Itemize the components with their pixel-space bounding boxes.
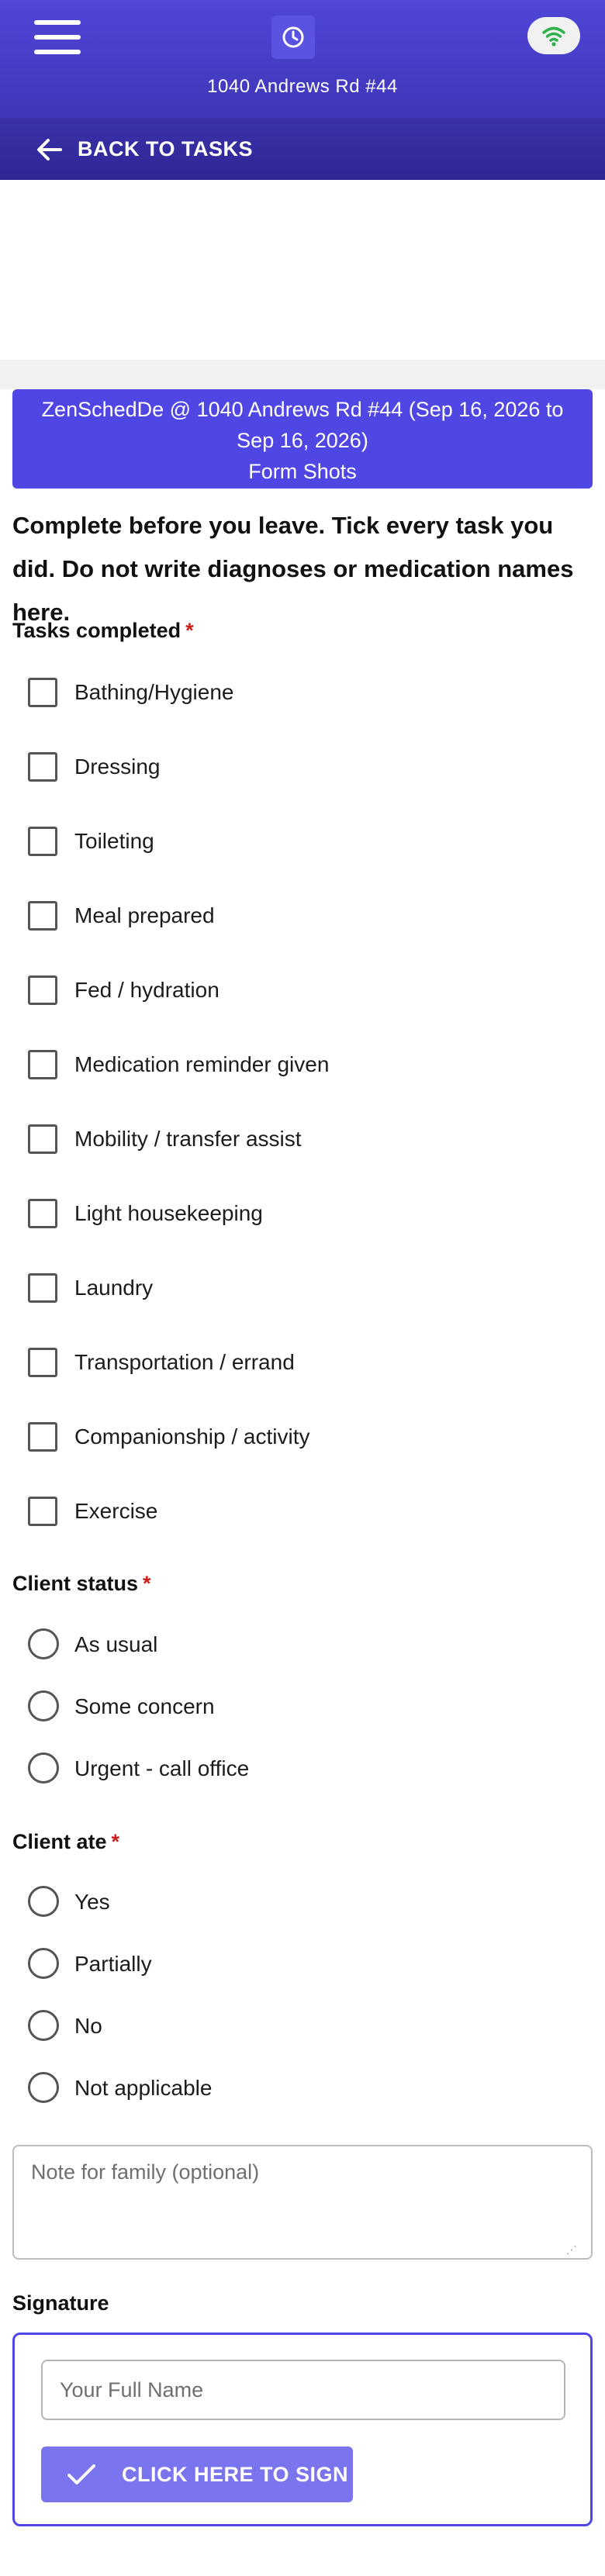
content-spacer <box>0 180 605 361</box>
task-checkbox-light-housekeeping[interactable]: Light housekeeping <box>28 1193 493 1230</box>
radio-button[interactable] <box>28 1628 59 1659</box>
required-marker: * <box>111 1830 120 1853</box>
task-label: Bathing/Hygiene <box>74 680 234 704</box>
radio-label: Not applicable <box>74 2076 213 2100</box>
checkbox[interactable] <box>28 1050 57 1079</box>
checkbox[interactable] <box>28 827 57 856</box>
location-address: 1040 Andrews Rd #44 <box>207 76 398 97</box>
radio-button[interactable] <box>28 2010 59 2041</box>
task-label: Meal prepared <box>74 903 215 927</box>
task-checkbox-toileting[interactable]: Toileting <box>28 820 493 858</box>
resize-handle-icon[interactable]: ⋰ <box>566 2244 577 2255</box>
status-radio-urgent[interactable]: Urgent - call office <box>28 1748 493 1785</box>
connection-status-button[interactable] <box>527 17 580 54</box>
family-note-field[interactable] <box>12 2145 593 2260</box>
radio-label: Some concern <box>74 1694 215 1718</box>
ate-radio-not-applicable[interactable]: Not applicable <box>28 2067 493 2105</box>
radio-label: No <box>74 2014 102 2038</box>
task-checkbox-transportation[interactable]: Transportation / errand <box>28 1342 493 1379</box>
task-label: Light housekeeping <box>74 1201 263 1225</box>
status-radio-as-usual[interactable]: As usual <box>28 1624 493 1661</box>
section-divider <box>0 361 605 389</box>
ate-radio-yes[interactable]: Yes <box>28 1881 493 1918</box>
task-checkbox-medication-reminder[interactable]: Medication reminder given <box>28 1044 493 1081</box>
app-header: 1040 Andrews Rd #44 <box>0 0 605 118</box>
task-label: Toileting <box>74 829 154 853</box>
task-checkbox-fed-hydration[interactable]: Fed / hydration <box>28 969 493 1007</box>
client-ate-text: Client ate <box>12 1830 107 1853</box>
radio-label: As usual <box>74 1632 158 1656</box>
back-to-tasks-label: BACK TO TASKS <box>78 137 254 161</box>
task-checkbox-companionship[interactable]: Companionship / activity <box>28 1416 493 1453</box>
sign-button-label: CLICK HERE TO SIGN <box>122 2463 349 2486</box>
task-label: Medication reminder given <box>74 1052 330 1076</box>
radio-button[interactable] <box>28 1948 59 1979</box>
checkbox[interactable] <box>28 1348 57 1377</box>
task-label: Mobility / transfer assist <box>74 1127 302 1151</box>
signature-card: CLICK HERE TO SIGN <box>12 2333 593 2526</box>
checkbox[interactable] <box>28 975 57 1005</box>
radio-label: Yes <box>74 1890 110 1914</box>
radio-button[interactable] <box>28 1886 59 1917</box>
checkmark-icon <box>67 2464 95 2484</box>
signature-label: Signature <box>12 2291 109 2315</box>
checkbox[interactable] <box>28 1497 57 1526</box>
task-label: Exercise <box>74 1499 158 1523</box>
sign-button[interactable]: CLICK HERE TO SIGN <box>41 2447 353 2502</box>
radio-button[interactable] <box>28 1752 59 1784</box>
radio-label: Partially <box>74 1952 152 1976</box>
task-checkbox-mobility-transfer[interactable]: Mobility / transfer assist <box>28 1118 493 1155</box>
status-radio-some-concern[interactable]: Some concern <box>28 1686 493 1723</box>
required-marker: * <box>185 619 194 642</box>
client-ate-label: Client ate * <box>12 1830 119 1854</box>
required-marker: * <box>143 1572 151 1595</box>
checkbox[interactable] <box>28 1199 57 1228</box>
visit-details: ZenSchedDe @ 1040 Andrews Rd #44 (Sep 16… <box>41 398 564 452</box>
checkbox[interactable] <box>28 1422 57 1452</box>
ate-radio-no[interactable]: No <box>28 2005 493 2042</box>
back-to-tasks-button[interactable]: BACK TO TASKS <box>0 118 605 180</box>
task-label: Transportation / errand <box>74 1350 295 1374</box>
task-label: Laundry <box>74 1276 154 1300</box>
form-name: Form Shots <box>248 460 357 483</box>
task-label: Dressing <box>74 754 161 779</box>
form-instructions: Complete before you leave. Tick every ta… <box>12 512 574 626</box>
task-checkbox-bathing-hygiene[interactable]: Bathing/Hygiene <box>28 672 493 709</box>
client-status-label: Client status * <box>12 1572 151 1596</box>
menu-button[interactable] <box>31 20 82 56</box>
checkbox[interactable] <box>28 1124 57 1154</box>
radio-label: Urgent - call office <box>74 1756 250 1780</box>
visit-banner: ZenSchedDe @ 1040 Andrews Rd #44 (Sep 16… <box>12 389 593 489</box>
clock-logo-icon <box>271 16 315 59</box>
client-status-text: Client status <box>12 1572 139 1595</box>
task-checkbox-dressing[interactable]: Dressing <box>28 746 493 783</box>
radio-button[interactable] <box>28 2072 59 2103</box>
task-checkbox-meal-prepared[interactable]: Meal prepared <box>28 895 493 932</box>
wifi-icon <box>542 26 565 47</box>
task-checkbox-laundry[interactable]: Laundry <box>28 1267 493 1304</box>
task-label: Fed / hydration <box>74 978 220 1002</box>
task-label: Companionship / activity <box>74 1424 310 1449</box>
radio-button[interactable] <box>28 1690 59 1721</box>
checkbox[interactable] <box>28 678 57 707</box>
checkbox[interactable] <box>28 901 57 931</box>
tasks-completed-text: Tasks completed <box>12 619 182 642</box>
ate-radio-partially[interactable]: Partially <box>28 1943 493 1980</box>
tasks-completed-label: Tasks completed * <box>12 619 194 643</box>
checkbox[interactable] <box>28 752 57 782</box>
full-name-input[interactable] <box>41 2360 565 2420</box>
task-checkbox-exercise[interactable]: Exercise <box>28 1490 493 1528</box>
arrow-left-icon <box>37 139 62 161</box>
checkbox[interactable] <box>28 1273 57 1303</box>
